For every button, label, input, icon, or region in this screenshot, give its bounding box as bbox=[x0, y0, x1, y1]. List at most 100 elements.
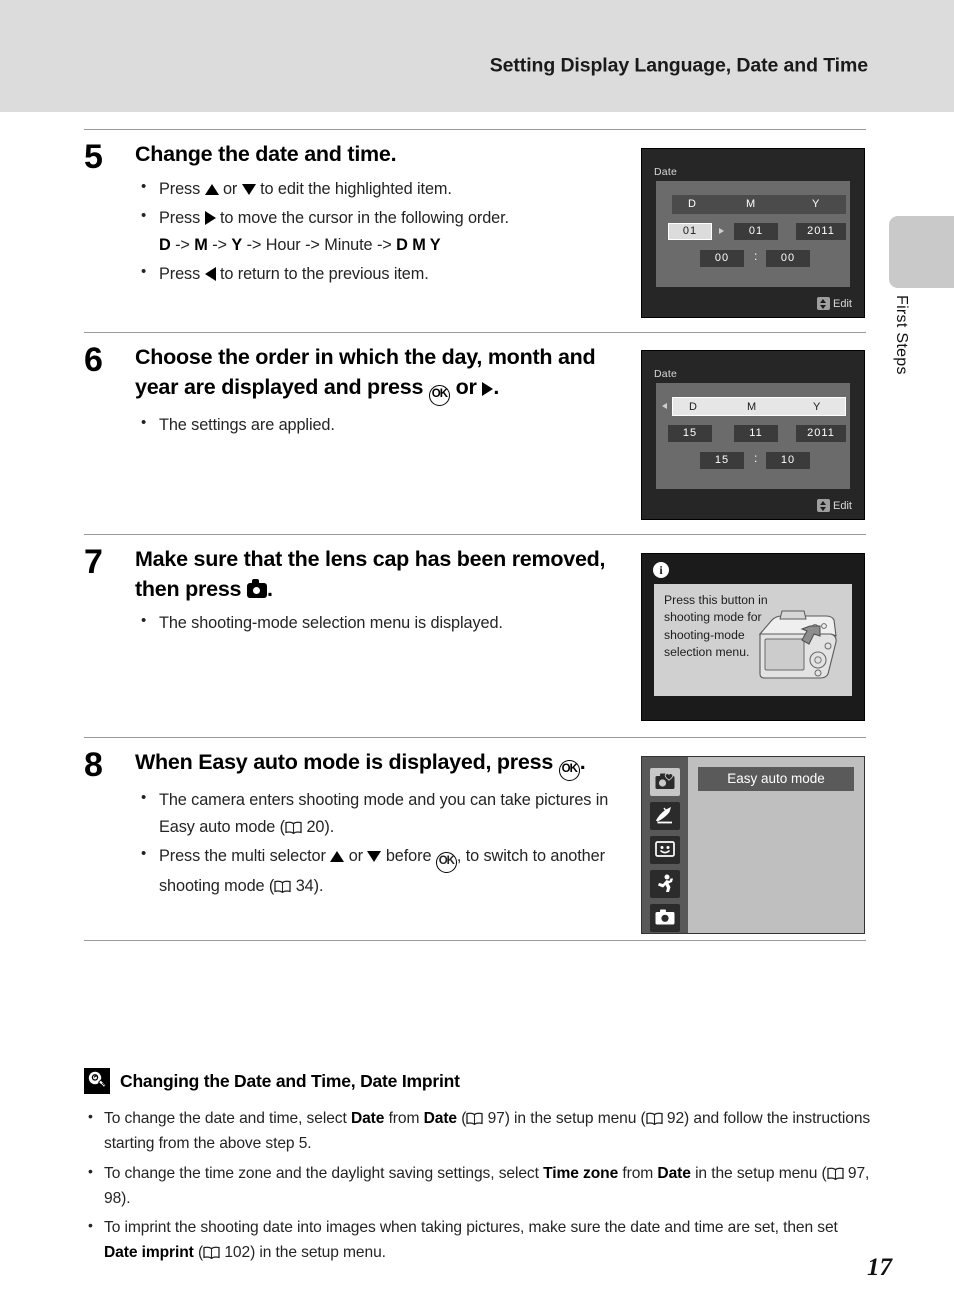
smart-portrait-icon[interactable] bbox=[650, 836, 680, 864]
ok-button-icon: OK bbox=[428, 384, 450, 406]
arrow-right-icon bbox=[482, 381, 494, 396]
list-item: The shooting-mode selection menu is disp… bbox=[135, 609, 635, 637]
arrow-left-icon bbox=[204, 267, 216, 282]
tip-note-header: Changing the Date and Time, Date Imprint bbox=[84, 1068, 874, 1094]
arrow-up-icon bbox=[204, 183, 219, 195]
step-8-number: 8 bbox=[84, 746, 103, 784]
camera-screen-step5: Date D M Y 01 01 2011 00 : 00 Edit bbox=[641, 148, 865, 318]
step-6-number: 6 bbox=[84, 341, 103, 379]
list-item: Press to move the cursor in the followin… bbox=[135, 204, 635, 258]
order-m: M bbox=[194, 235, 208, 254]
step-7-body: Make sure that the lens cap has been rem… bbox=[135, 545, 635, 640]
step-6-title-period: . bbox=[493, 374, 500, 399]
month-field[interactable]: 01 bbox=[734, 223, 778, 240]
scene-auto-selector-icon[interactable] bbox=[650, 802, 680, 830]
screen-title: Date bbox=[654, 368, 677, 380]
order-d: D bbox=[159, 235, 171, 254]
hour-field[interactable]: 15 bbox=[700, 452, 744, 469]
step-8-bullet-list: The camera enters shooting mode and you … bbox=[135, 786, 635, 900]
column-label-y: Y bbox=[812, 198, 820, 210]
note1-pre: To change the date and time, select bbox=[104, 1110, 347, 1127]
camera-screen-step7: i Press this button in shooting mode for… bbox=[641, 553, 865, 721]
step-8-b1-post: ). bbox=[324, 817, 335, 836]
step-8-title-mid: is displayed, press bbox=[365, 750, 554, 774]
info-icon: i bbox=[653, 562, 669, 578]
list-item: To imprint the shooting date into images… bbox=[84, 1214, 874, 1266]
page-reference-icon bbox=[466, 1112, 483, 1125]
step-7-title: Make sure that the lens cap has been rem… bbox=[135, 545, 635, 604]
edit-hint: Edit bbox=[817, 499, 852, 512]
step-8-b1-pre: The camera enters shooting mode and you … bbox=[159, 791, 609, 836]
year-field[interactable]: 2011 bbox=[796, 425, 846, 442]
month-field[interactable]: 11 bbox=[734, 425, 778, 442]
auto-mode-icon[interactable] bbox=[650, 904, 680, 932]
subject-tracking-icon[interactable] bbox=[650, 870, 680, 898]
step-8-b2-pre: Press the multi selector bbox=[159, 847, 326, 866]
up-down-arrow-icon bbox=[817, 499, 831, 512]
screen-title: Date bbox=[654, 166, 677, 178]
note2-mid2: in the setup menu ( bbox=[695, 1164, 827, 1182]
edit-hint-label: Edit bbox=[833, 499, 852, 512]
step-7-number: 7 bbox=[84, 543, 103, 581]
minute-field[interactable]: 00 bbox=[766, 250, 810, 267]
arrow-down-icon bbox=[241, 183, 256, 195]
column-label-d: D bbox=[689, 401, 697, 413]
step-8-b2-before: before bbox=[385, 847, 432, 866]
minute-field[interactable]: 10 bbox=[766, 452, 810, 469]
time-separator: : bbox=[754, 451, 758, 465]
step-7-title-period: . bbox=[266, 576, 273, 601]
page-reference-icon bbox=[203, 1246, 220, 1260]
ok-button-icon: OK bbox=[558, 760, 580, 781]
step-6-title-or: or bbox=[455, 374, 477, 399]
divider-step8-bottom bbox=[84, 940, 866, 941]
note1-mid2: ) in the setup menu ( bbox=[504, 1110, 646, 1127]
hour-field[interactable]: 00 bbox=[700, 250, 744, 267]
step-5-title: Change the date and time. bbox=[135, 142, 397, 166]
step-5-bullet-list: Press or to edit the highlighted item. P… bbox=[135, 175, 635, 288]
edit-hint-label: Edit bbox=[833, 297, 852, 310]
column-label-d: D bbox=[688, 198, 696, 210]
date-panel: D M Y 01 01 2011 00 : 00 bbox=[656, 181, 850, 287]
day-field[interactable]: 01 bbox=[668, 223, 712, 240]
note2-bold2: Date bbox=[657, 1164, 691, 1182]
tip-note-list: To change the date and time, select Date… bbox=[84, 1105, 874, 1266]
arrow-down-icon bbox=[367, 851, 382, 863]
date-panel: D M Y 15 11 2011 15 : 10 bbox=[656, 383, 850, 489]
info-message-panel: Press this button in shooting mode for s… bbox=[654, 584, 852, 696]
order-arrow-4: -> bbox=[305, 235, 320, 254]
edit-hint: Edit bbox=[817, 297, 852, 310]
page-reference-icon bbox=[827, 1167, 844, 1180]
day-field[interactable]: 15 bbox=[668, 425, 712, 442]
column-label-m: M bbox=[747, 401, 757, 413]
order-arrow-2: -> bbox=[212, 235, 227, 254]
time-separator: : bbox=[754, 249, 758, 263]
easy-auto-mode-icon[interactable] bbox=[650, 768, 680, 796]
step-8-b2-or: or bbox=[348, 847, 363, 866]
divider-step8-top bbox=[84, 737, 866, 738]
tip-note-section: Changing the Date and Time, Date Imprint… bbox=[84, 1068, 874, 1270]
page-reference-icon bbox=[646, 1112, 663, 1125]
note3-post: ) in the setup menu. bbox=[250, 1244, 386, 1262]
list-item: The settings are applied. bbox=[135, 411, 635, 439]
tip-note-title: Changing the Date and Time, Date Imprint bbox=[120, 1070, 460, 1091]
year-field[interactable]: 2011 bbox=[796, 223, 846, 240]
dmy-header-bar[interactable]: D M Y bbox=[672, 195, 846, 214]
note2-pre: To change the time zone and the daylight… bbox=[104, 1164, 539, 1182]
up-down-arrow-icon bbox=[817, 297, 831, 310]
step-8-mode-name: Easy auto mode bbox=[198, 750, 360, 774]
order-dmy: D M Y bbox=[396, 235, 441, 254]
note1-bold2: Date bbox=[423, 1110, 458, 1127]
camera-screen-step6: Date D M Y 15 11 2011 15 : 10 Edit bbox=[641, 350, 865, 520]
ok-button-icon: OK bbox=[435, 852, 457, 874]
lightbulb-icon bbox=[84, 1068, 110, 1094]
order-hour: Hour bbox=[265, 235, 301, 254]
cursor-right-icon bbox=[719, 228, 724, 234]
column-label-m: M bbox=[746, 198, 756, 210]
divider-step7-top bbox=[84, 534, 866, 535]
note1-mid1: from bbox=[388, 1110, 420, 1127]
divider-step5-top bbox=[84, 129, 866, 130]
step-8-b2-page: 34 bbox=[295, 877, 314, 896]
order-arrow-5: -> bbox=[376, 235, 392, 254]
page-reference-icon bbox=[274, 880, 291, 894]
dmy-header-bar[interactable]: D M Y bbox=[672, 397, 846, 416]
